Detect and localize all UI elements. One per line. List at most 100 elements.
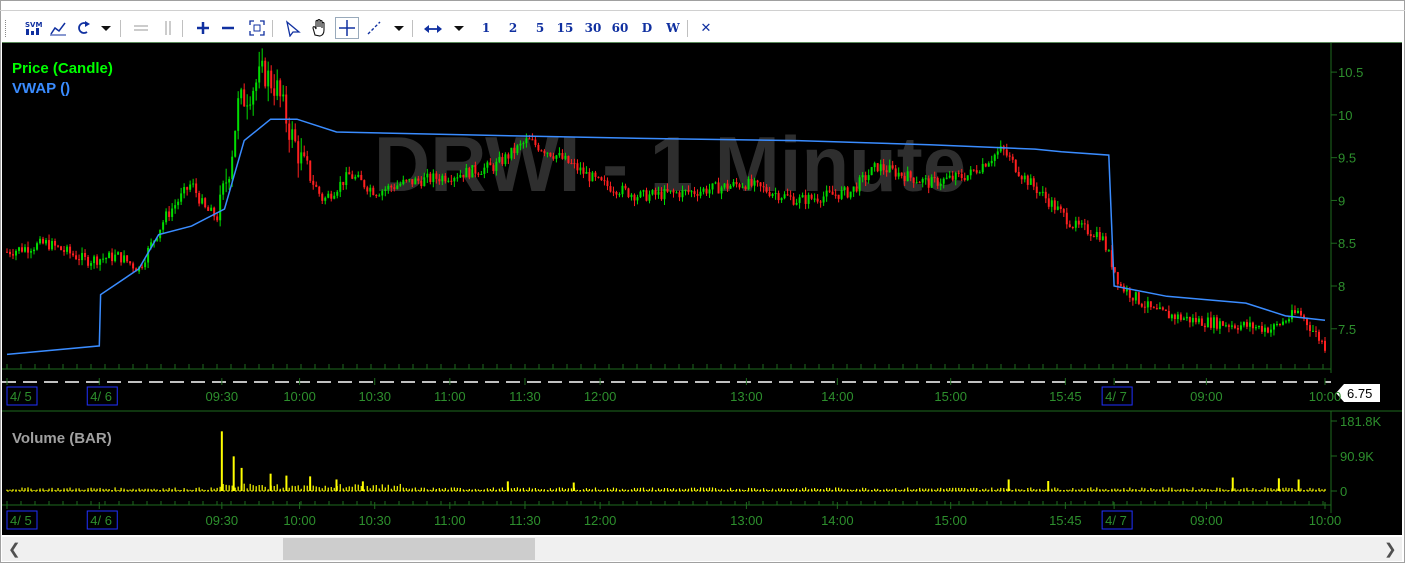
time-label: 09:30 [206,389,239,404]
price-candle [786,194,789,196]
toolbar-separator [182,20,183,37]
price-candle [1317,331,1320,341]
price-candle [1116,272,1119,285]
price-candle [948,175,951,178]
dropdown-arrow-button-3[interactable] [448,17,470,39]
period-button-30[interactable]: 30 [582,17,604,39]
hand-button[interactable] [308,17,330,39]
close-chart-button[interactable]: ✕ [695,17,717,39]
price-candle [756,180,759,183]
scroll-right-icon[interactable]: ❯ [1384,540,1397,558]
price-candle [366,187,369,192]
dropdown-arrow-button-2[interactable] [388,17,410,39]
line-chart-button[interactable] [47,17,69,39]
scroll-thumb[interactable] [283,538,535,560]
period-button-2[interactable]: 2 [502,17,524,39]
time-label: 09:00 [1190,389,1223,404]
price-candle [699,191,702,196]
price-candle [780,198,783,201]
price-candle [1260,325,1263,332]
price-candle [951,175,954,180]
price-candle [201,198,204,204]
price-candle [825,190,828,197]
price-candle [1269,329,1272,333]
price-candle [465,167,468,178]
price-candle [852,186,855,192]
price-candle [54,240,57,246]
price-candle [1158,307,1161,310]
zoom-in-button[interactable] [192,17,214,39]
price-candle [1074,220,1077,228]
price-candle [1281,321,1284,325]
price-tick-label: 10.5 [1338,65,1363,80]
pointer-button[interactable] [282,17,304,39]
price-candle [27,247,30,253]
price-candle [237,98,240,131]
period-button-1[interactable]: 1 [475,17,497,39]
period-button-d[interactable]: D [636,17,658,39]
price-candle [546,152,549,154]
price-candle [540,150,543,152]
price-candle [1182,318,1185,320]
price-candle [96,256,99,265]
price-candle [141,266,144,268]
price-candle [900,172,903,176]
price-candle [1065,212,1068,225]
dropdown-arrow-button[interactable] [95,17,117,39]
zoom-out-button[interactable] [217,17,239,39]
price-candle [450,180,453,182]
price-candle [729,185,732,189]
price-candle [1119,284,1122,286]
price-candle [291,129,294,140]
price-candle [1125,289,1128,292]
price-candle [882,164,885,171]
period-button-w[interactable]: W [662,17,684,39]
price-candle [552,156,555,159]
price-candle [843,187,846,191]
hline-button[interactable] [130,17,152,39]
period-button-60[interactable]: 60 [609,17,631,39]
price-candle [1176,314,1179,320]
price-candle [666,188,669,192]
price-tick-label: 10 [1338,108,1352,123]
vline-button[interactable] [157,17,179,39]
price-candle [384,189,387,191]
price-candle [381,190,384,196]
dropdown-arrow-icon-3 [453,19,465,37]
trendline-button[interactable] [363,17,385,39]
price-candle [243,89,246,107]
time-label: 12:00 [584,389,617,404]
price-candle [519,143,522,146]
price-candle [249,104,252,106]
time-label: 15:00 [934,389,967,404]
price-candle [639,191,642,198]
period-button-15[interactable]: 15 [554,17,576,39]
toolbar-grip[interactable] [5,20,9,37]
pan-horizontal-button[interactable] [422,17,444,39]
svm-button[interactable]: SVM [22,17,44,39]
chart-svg[interactable]: DRWI - 1 Minute10.5109.598.587.5181.8K90… [2,43,1402,535]
chart-area[interactable]: DRWI - 1 Minute 10.5 10 9.5 9 8.5 8 7.5 181.8K 90… [2,43,1402,535]
price-candle [333,195,336,199]
price-candle [255,82,258,91]
price-candle [378,195,381,197]
price-candle [912,177,915,183]
price-candle [1104,236,1107,251]
scroll-left-icon[interactable]: ❮ [8,540,21,558]
price-candle [1305,318,1308,326]
price-candle [177,201,180,206]
price-candle [1026,175,1029,185]
price-candle [1290,310,1293,320]
price-candle [456,177,459,179]
price-candle [684,190,687,192]
price-candle [939,183,942,186]
period-button-5[interactable]: 5 [529,17,551,39]
price-candle [462,174,465,178]
undo-button[interactable] [72,17,94,39]
price-candle [108,252,111,259]
price-candle [438,178,441,182]
price-candle [474,165,477,174]
fit-button[interactable] [246,17,268,39]
price-candle [234,130,237,157]
horizontal-scrollbar[interactable]: ❮ ❯ [2,537,1402,561]
